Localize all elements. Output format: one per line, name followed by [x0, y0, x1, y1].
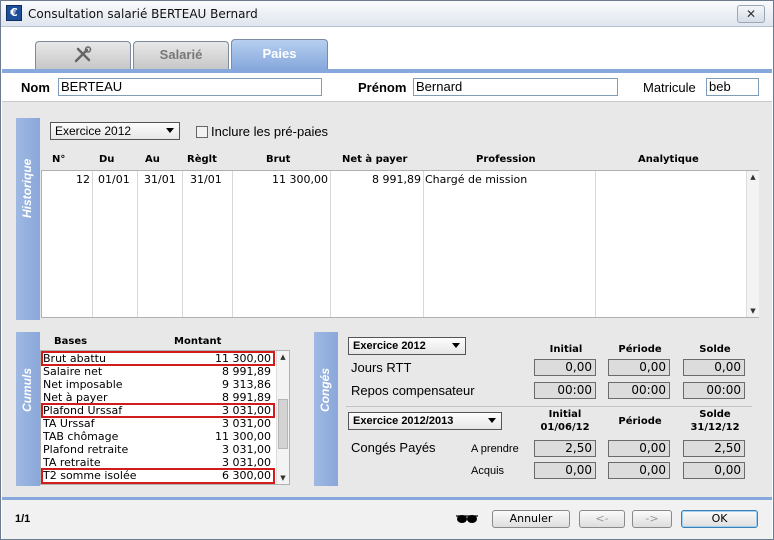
col2-periode: Période — [618, 416, 662, 427]
col-brut: Brut — [266, 154, 291, 165]
highlight-box — [41, 403, 275, 418]
matricule-label: Matricule — [643, 80, 696, 95]
include-prepaies-checkbox[interactable] — [196, 126, 208, 138]
cumuls-panel: Bases Montant Brut abattu 11 300,00 Sala… — [40, 332, 290, 486]
repos-periode-field: 00:00 — [608, 382, 670, 399]
list-item[interactable]: Salaire net 8 991,89 — [41, 365, 275, 378]
jours-rtt-label: Jours RTT — [351, 360, 412, 375]
rtt-solde-field: 0,00 — [683, 359, 745, 376]
next-button[interactable]: -> — [632, 510, 672, 528]
annuler-button[interactable]: Annuler — [492, 510, 570, 528]
nom-label: Nom — [21, 80, 50, 95]
identity-row: Nom BERTEAU Prénom Bernard Matricule beb — [2, 73, 772, 101]
highlight-box — [41, 468, 275, 484]
list-item[interactable]: TA Urssaf 3 031,00 — [41, 417, 275, 430]
list-item[interactable]: Net imposable 9 313,86 — [41, 378, 275, 391]
aprendre-solde-field: 2,50 — [683, 440, 745, 457]
conges-payes-exercice-select[interactable]: Exercice 2012/2013 — [348, 412, 502, 430]
cumuls-table[interactable]: Brut abattu 11 300,00 Salaire net 8 991,… — [40, 350, 290, 485]
col2-initial: Initial — [548, 409, 582, 420]
col-periode: Période — [618, 344, 662, 355]
nom-field[interactable]: BERTEAU — [58, 78, 322, 96]
tab-strip: Salarié Paies — [2, 28, 772, 73]
footer-bar: 1/1 Annuler <- -> OK — [2, 497, 772, 539]
conges-side-label: Congés — [314, 332, 338, 486]
col-au: Au — [145, 154, 160, 165]
app-euro-icon: € — [6, 5, 22, 21]
window-title: Consultation salarié BERTEAU Bernard — [28, 7, 258, 21]
cumuls-scrollbar[interactable]: ▲ ▼ — [276, 351, 289, 484]
col-initial: Initial — [549, 344, 583, 355]
a-prendre-label: A prendre — [471, 443, 519, 455]
exercice-select[interactable]: Exercice 2012 — [50, 122, 180, 140]
col-solde: Solde — [699, 344, 731, 355]
scroll-down-icon[interactable]: ▼ — [277, 472, 289, 484]
col-du: Du — [99, 154, 115, 165]
list-item[interactable]: TAB chômage 11 300,00 — [41, 430, 275, 443]
consultation-window: € Consultation salarié BERTEAU Bernard ✕… — [0, 0, 774, 540]
aprendre-initial-field: 2,50 — [534, 440, 596, 457]
aprendre-periode-field: 0,00 — [608, 440, 670, 457]
conges-exercice-select[interactable]: Exercice 2012 — [348, 337, 466, 355]
col-reglt: Règlt — [187, 154, 217, 165]
acquis-label: Acquis — [471, 465, 505, 477]
rtt-periode-field: 0,00 — [608, 359, 670, 376]
historique-panel: Exercice 2012 Inclure les pré-paies N° D… — [40, 118, 760, 320]
cumuls-side-label: Cumuls — [16, 332, 40, 486]
col2-solde-date: 31/12/12 — [690, 422, 740, 433]
prenom-label: Prénom — [358, 80, 407, 95]
include-prepaies-label: Inclure les pré-paies — [211, 124, 329, 139]
close-button[interactable]: ✕ — [737, 5, 765, 23]
ok-button[interactable]: OK — [681, 510, 758, 528]
table-row[interactable]: 12 01/01 31/01 31/01 11 300,00 8 991,89 … — [42, 173, 746, 189]
highlight-box — [41, 351, 275, 366]
col-profession: Profession — [476, 154, 536, 165]
col2-solde: Solde — [699, 409, 731, 420]
pagination: 1/1 — [15, 513, 31, 525]
conges-divider — [346, 406, 752, 407]
matricule-field[interactable]: beb — [706, 78, 759, 96]
repos-initial-field: 00:00 — [534, 382, 596, 399]
conges-panel: Exercice 2012 Initial Période Solde Jour… — [338, 332, 760, 486]
repos-solde-field: 00:00 — [683, 382, 745, 399]
tab-salarie[interactable]: Salarié — [133, 41, 229, 69]
chevron-down-icon — [166, 128, 174, 133]
historique-scrollbar[interactable]: ▲ ▼ — [746, 171, 759, 317]
historique-table[interactable]: 12 01/01 31/01 31/01 11 300,00 8 991,89 … — [41, 170, 759, 318]
col-analytique: Analytique — [638, 154, 699, 165]
scroll-down-icon[interactable]: ▼ — [747, 305, 759, 317]
acquis-periode-field: 0,00 — [608, 462, 670, 479]
title-bar: € Consultation salarié BERTEAU Bernard ✕ — [1, 1, 773, 27]
chevron-down-icon — [452, 343, 460, 348]
rtt-initial-field: 0,00 — [534, 359, 596, 376]
col-net: Net à payer — [342, 154, 408, 165]
col-bases: Bases — [54, 336, 88, 347]
list-item[interactable]: Plafond retraite 3 031,00 — [41, 443, 275, 456]
acquis-initial-field: 0,00 — [534, 462, 596, 479]
tools-icon — [74, 46, 92, 63]
scroll-up-icon[interactable]: ▲ — [747, 171, 759, 183]
main-area: Historique Exercice 2012 Inclure les pré… — [2, 101, 772, 497]
scroll-up-icon[interactable]: ▲ — [277, 351, 289, 363]
historique-side-label: Historique — [16, 118, 40, 320]
glasses-icon[interactable] — [455, 513, 479, 525]
conges-payes-label: Congés Payés — [351, 440, 436, 455]
scroll-thumb[interactable] — [278, 399, 288, 449]
col-montant: Montant — [174, 336, 222, 347]
chevron-down-icon — [488, 418, 496, 423]
col2-initial-date: 01/06/12 — [540, 422, 590, 433]
prenom-field[interactable]: Bernard — [413, 78, 618, 96]
col-num: N° — [52, 154, 66, 165]
acquis-solde-field: 0,00 — [683, 462, 745, 479]
repos-label: Repos compensateur — [351, 383, 475, 398]
tab-tools[interactable] — [35, 41, 131, 69]
tab-paies[interactable]: Paies — [231, 39, 328, 69]
previous-button[interactable]: <- — [579, 510, 625, 528]
